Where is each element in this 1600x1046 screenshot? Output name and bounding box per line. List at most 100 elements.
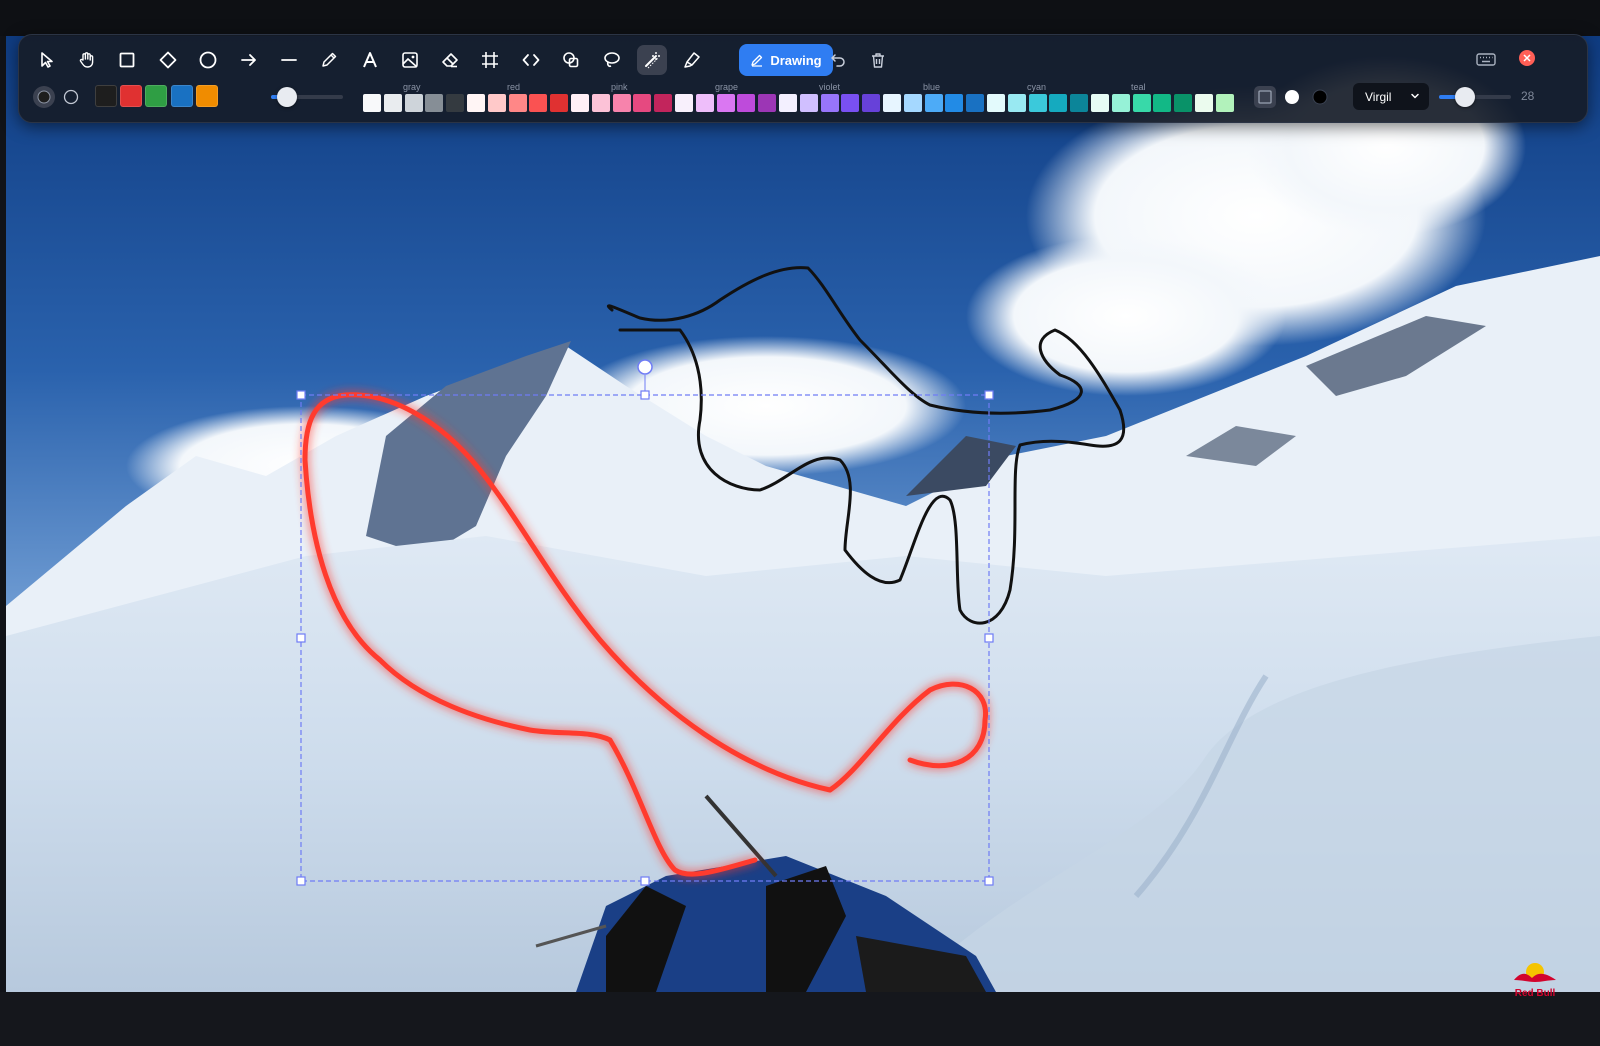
quick-color-red[interactable]: [120, 85, 142, 107]
palette-swatch-grape-3[interactable]: [737, 94, 756, 112]
fill-white-option[interactable]: [1281, 86, 1303, 108]
palette-swatch-cyan-4[interactable]: [1070, 94, 1089, 112]
stroke-size-knob[interactable]: [1455, 87, 1475, 107]
tool-frame[interactable]: [475, 45, 505, 75]
tool-embed[interactable]: [516, 45, 546, 75]
palette-swatch-gray-4[interactable]: [446, 94, 465, 112]
stroke-size-slider[interactable]: [1439, 87, 1511, 107]
resize-handle-e[interactable]: [984, 633, 994, 643]
tool-lasso[interactable]: [597, 45, 627, 75]
palette-swatch-violet-0[interactable]: [779, 94, 797, 112]
palette-swatch-grape-4[interactable]: [758, 94, 777, 112]
tool-image[interactable]: [395, 45, 425, 75]
quick-color-black[interactable]: [95, 85, 117, 107]
undo-button[interactable]: [826, 48, 850, 72]
drawing-mode-button[interactable]: Drawing: [739, 44, 833, 76]
palette-swatch-pink-1[interactable]: [591, 94, 610, 112]
resize-handle-n[interactable]: [640, 390, 650, 400]
palette-swatch-cyan-3[interactable]: [1049, 94, 1068, 112]
filled-circle-icon: [37, 90, 51, 104]
palette-swatch-gray-0[interactable]: [363, 94, 381, 112]
arrow-right-icon: [241, 54, 256, 66]
tool-diamond[interactable]: [153, 45, 183, 75]
line-icon: [281, 59, 297, 61]
palette-swatch-gray-3[interactable]: [425, 94, 444, 112]
tool-shapes[interactable]: [556, 45, 586, 75]
resize-handle-se[interactable]: [984, 876, 994, 886]
rotation-handle[interactable]: [637, 359, 653, 375]
resize-handle-nw[interactable]: [296, 390, 306, 400]
canvas-photo-background[interactable]: [6, 36, 1600, 992]
palette-group-label-gray: gray: [403, 82, 421, 92]
palette-swatch-blue-3[interactable]: [945, 94, 964, 112]
tool-ellipse[interactable]: [193, 45, 223, 75]
resize-handle-sw[interactable]: [296, 876, 306, 886]
palette-swatch-cyan-2[interactable]: [1028, 94, 1047, 112]
tool-pencil[interactable]: [314, 45, 344, 75]
palette-swatch-blue-4[interactable]: [966, 94, 985, 112]
palette-swatch-cyan-1[interactable]: [1007, 94, 1026, 112]
palette-swatch-gray-2[interactable]: [404, 94, 423, 112]
palette-swatch-green-0[interactable]: [1195, 94, 1213, 112]
tool-rectangle[interactable]: [112, 45, 142, 75]
palette-swatch-pink-3[interactable]: [633, 94, 652, 112]
palette-swatch-teal-1[interactable]: [1111, 94, 1130, 112]
resize-handle-s[interactable]: [640, 876, 650, 886]
quick-color-green[interactable]: [145, 85, 167, 107]
palette-swatch-blue-0[interactable]: [883, 94, 901, 112]
tool-select[interactable]: [32, 45, 62, 75]
tool-line[interactable]: [274, 45, 304, 75]
code-brackets-icon: [522, 54, 540, 66]
opacity-slider[interactable]: [271, 87, 343, 107]
palette-swatch-pink-4[interactable]: [654, 94, 673, 112]
opacity-slider-knob[interactable]: [277, 87, 297, 107]
palette-swatch-grape-0[interactable]: [675, 94, 693, 112]
stroke-style-outline[interactable]: [60, 86, 82, 108]
palette-swatch-red-2[interactable]: [508, 94, 527, 112]
tool-laser[interactable]: [637, 45, 667, 75]
palette-swatch-violet-2[interactable]: [820, 94, 839, 112]
font-family-select[interactable]: Virgil: [1353, 83, 1429, 110]
hand-icon: [79, 52, 94, 68]
resize-handle-ne[interactable]: [984, 390, 994, 400]
palette-swatch-violet-3[interactable]: [841, 94, 860, 112]
outline-circle-icon: [63, 89, 79, 105]
tool-hand[interactable]: [72, 45, 102, 75]
quick-color-blue[interactable]: [171, 85, 193, 107]
palette-swatch-blue-1[interactable]: [903, 94, 922, 112]
palette-swatch-red-4[interactable]: [550, 94, 569, 112]
stroke-style-filled[interactable]: [33, 86, 55, 108]
resize-handle-w[interactable]: [296, 633, 306, 643]
tool-highlighter[interactable]: [677, 45, 707, 75]
palette-swatch-grape-1[interactable]: [695, 94, 714, 112]
window-top-strip: [0, 0, 1600, 36]
black-dot-icon: [1312, 89, 1328, 105]
palette-swatch-teal-2[interactable]: [1132, 94, 1151, 112]
palette-swatch-red-0[interactable]: [467, 94, 485, 112]
palette-swatch-red-3[interactable]: [529, 94, 548, 112]
palette-swatch-teal-0[interactable]: [1091, 94, 1109, 112]
drawing-mode-label: Drawing: [770, 52, 822, 68]
palette-swatch-cyan-0[interactable]: [987, 94, 1005, 112]
tool-arrow[interactable]: [234, 45, 264, 75]
palette-swatch-grape-2[interactable]: [716, 94, 735, 112]
palette-swatch-red-1[interactable]: [487, 94, 506, 112]
delete-button[interactable]: [866, 48, 890, 72]
palette-swatch-pink-2[interactable]: [612, 94, 631, 112]
palette-group-label-pink: pink: [611, 82, 628, 92]
palette-swatch-green-1[interactable]: [1215, 94, 1234, 112]
palette-swatch-gray-1[interactable]: [383, 94, 402, 112]
palette-swatch-violet-1[interactable]: [799, 94, 818, 112]
quick-color-orange[interactable]: [196, 85, 218, 107]
tool-text[interactable]: [355, 45, 385, 75]
close-button[interactable]: [1519, 50, 1535, 66]
tool-eraser[interactable]: [435, 45, 465, 75]
keyboard-icon[interactable]: [1475, 48, 1497, 70]
fill-black-option[interactable]: [1309, 86, 1331, 108]
palette-swatch-pink-0[interactable]: [571, 94, 589, 112]
fill-none-option[interactable]: [1254, 86, 1276, 108]
palette-swatch-teal-4[interactable]: [1174, 94, 1193, 112]
palette-swatch-teal-3[interactable]: [1153, 94, 1172, 112]
palette-swatch-violet-4[interactable]: [862, 94, 881, 112]
palette-swatch-blue-2[interactable]: [924, 94, 943, 112]
